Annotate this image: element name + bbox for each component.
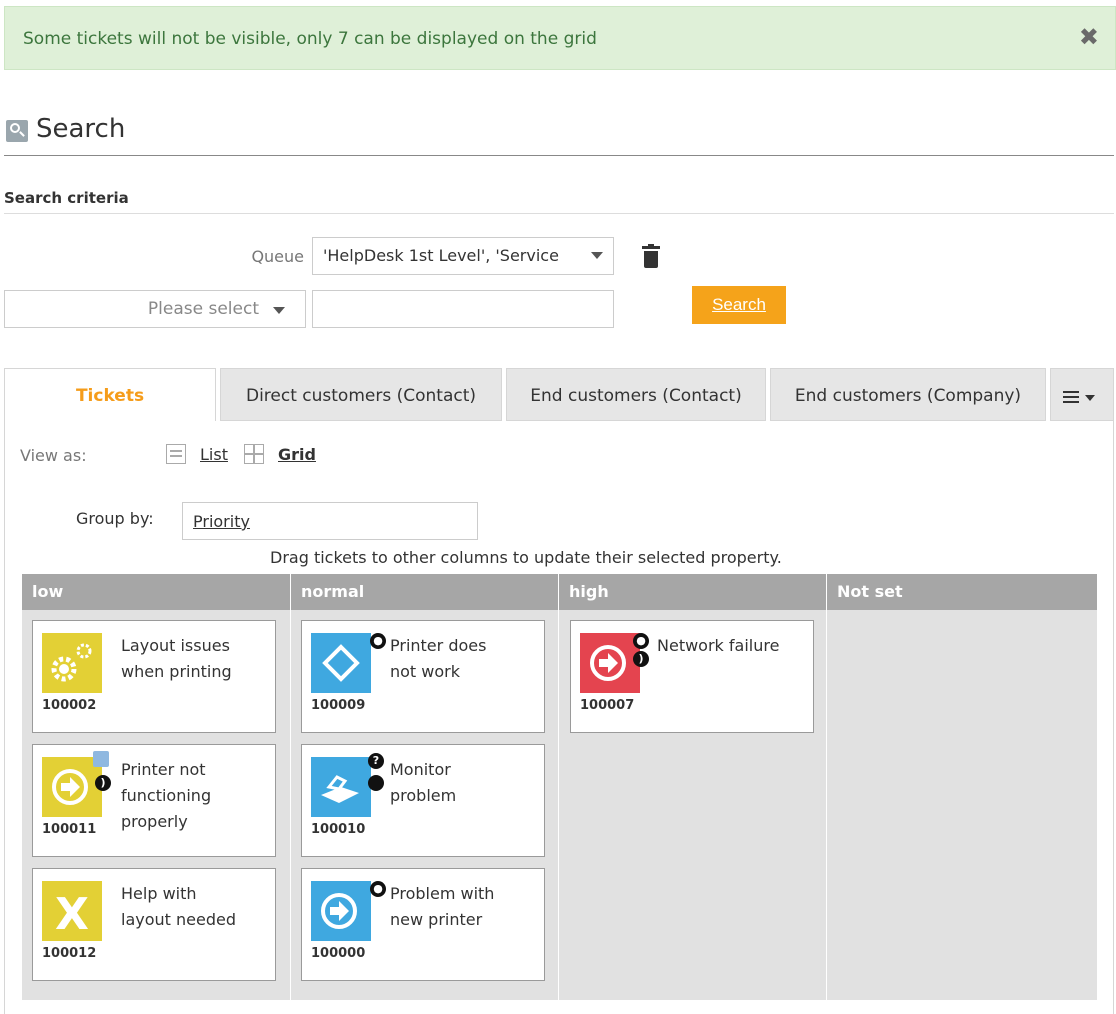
arrow-circle-icon xyxy=(580,633,640,693)
view-as-label: View as: xyxy=(20,446,87,465)
tab-end-customers-company[interactable]: End customers (Company) xyxy=(770,368,1046,421)
chevron-down-icon xyxy=(591,252,603,259)
ticket-title-line: layout needed xyxy=(121,910,236,929)
ticket-title-line: Monitor xyxy=(390,760,451,779)
column-header-not-set: Not set xyxy=(827,574,1097,610)
tab-tickets[interactable]: Tickets xyxy=(4,368,216,421)
globe-icon: ● xyxy=(370,633,386,649)
column-header-high: high xyxy=(559,574,826,610)
ticket-number: 100010 xyxy=(311,822,366,837)
search-icon xyxy=(6,120,28,142)
queue-label: Queue xyxy=(251,247,304,266)
tab-end-customers-contact[interactable]: End customers (Contact) xyxy=(506,368,766,421)
ticket-title-line: Layout issues xyxy=(121,636,230,655)
search-header: Search xyxy=(4,112,1114,156)
ticket-title-line: when printing xyxy=(121,662,232,681)
ticket-title: Printer does not work xyxy=(390,633,540,685)
ticket-number: 100000 xyxy=(311,946,366,961)
list-view-link[interactable]: List xyxy=(200,445,228,464)
queue-select[interactable]: 'HelpDesk 1st Level', 'Service xyxy=(312,237,614,275)
ticket-card-100000[interactable]: ● 100000 Problem with new printer xyxy=(301,868,545,981)
search-criteria-section: Search criteria xyxy=(4,188,1114,214)
group-by-field[interactable]: Priority xyxy=(182,502,478,540)
close-icon[interactable]: ✖ xyxy=(1079,23,1099,51)
status-dot-icon xyxy=(368,775,384,791)
ticket-title: Layout issues when printing xyxy=(121,633,271,685)
ticket-card-100011[interactable]: ) 100011 Printer not functioning properl… xyxy=(32,744,276,857)
document-icon xyxy=(93,751,109,767)
property-value-input[interactable] xyxy=(312,290,614,328)
menu-icon xyxy=(1063,391,1079,403)
column-header-normal: normal xyxy=(291,574,558,610)
column-header-low: low xyxy=(22,574,290,610)
ticket-title-line: functioning xyxy=(121,786,212,805)
ticket-card-100012[interactable]: X 100012 Help with layout needed xyxy=(32,868,276,981)
arrow-circle-icon xyxy=(311,881,371,941)
grid-icon[interactable] xyxy=(244,444,264,464)
ticket-title-line: Help with xyxy=(121,884,197,903)
x-icon: X xyxy=(42,881,102,941)
drag-hint: Drag tickets to other columns to update … xyxy=(270,548,782,567)
banner-message: Some tickets will not be visible, only 7… xyxy=(23,29,597,49)
ticket-title-line: new printer xyxy=(390,910,483,929)
ticket-title: Printer not functioning properly xyxy=(121,757,271,835)
svg-text:X: X xyxy=(55,889,89,940)
ticket-number: 100002 xyxy=(42,698,97,713)
globe-icon: ● xyxy=(370,881,386,897)
sound-icon: ) xyxy=(633,651,649,667)
ticket-title-line: properly xyxy=(121,812,188,831)
tab-menu-button[interactable] xyxy=(1050,368,1114,421)
ticket-title: Monitor problem xyxy=(390,757,540,809)
ticket-card-100002[interactable]: 100002 Layout issues when printing xyxy=(32,620,276,733)
ticket-card-100007[interactable]: ● ) 100007 Network failure xyxy=(570,620,814,733)
search-criteria-label: Search criteria xyxy=(4,189,129,207)
ticket-title-line: Problem with xyxy=(390,884,495,903)
ticket-card-100009[interactable]: ● 100009 Printer does not work xyxy=(301,620,545,733)
search-button[interactable]: Search xyxy=(692,286,786,324)
globe-icon: ● xyxy=(633,633,649,649)
tab-direct-customers-contact[interactable]: Direct customers (Contact) xyxy=(220,368,502,421)
sound-icon: ) xyxy=(95,775,111,791)
ticket-title-line: Network failure xyxy=(657,636,780,655)
ticket-title-line: Printer not xyxy=(121,760,206,779)
ticket-title-line: not work xyxy=(390,662,461,681)
tab-bar: Tickets Direct customers (Contact) End c… xyxy=(4,368,1114,421)
list-icon[interactable] xyxy=(166,444,186,464)
notification-banner: Some tickets will not be visible, only 7… xyxy=(4,6,1116,70)
phone-icon xyxy=(311,757,371,817)
group-by-label: Group by: xyxy=(76,509,154,528)
ticket-number: 100012 xyxy=(42,946,97,961)
ticket-number: 100009 xyxy=(311,698,366,713)
question-icon: ? xyxy=(368,753,384,769)
property-select-placeholder: Please select xyxy=(147,299,259,319)
property-select[interactable]: Please select xyxy=(4,290,306,328)
gear-icon xyxy=(42,633,102,693)
column-not-set: Not set xyxy=(827,574,1098,1000)
chevron-down-icon xyxy=(273,307,285,314)
ticket-title-line: Printer does xyxy=(390,636,487,655)
chevron-down-icon xyxy=(1085,395,1095,401)
queue-select-value: 'HelpDesk 1st Level', 'Service xyxy=(323,246,559,265)
ticket-board: low normal high Not set 100002 Layout is… xyxy=(22,574,1098,1000)
ticket-number: 100011 xyxy=(42,822,97,837)
ticket-number: 100007 xyxy=(580,698,635,713)
grid-view-link[interactable]: Grid xyxy=(278,445,316,464)
page-title: Search xyxy=(36,114,126,144)
diamond-icon xyxy=(311,633,371,693)
ticket-title: Problem with new printer xyxy=(390,881,540,933)
ticket-title: Network failure xyxy=(657,633,807,659)
ticket-card-100010[interactable]: ? 100010 Monitor problem xyxy=(301,744,545,857)
ticket-title-line: problem xyxy=(390,786,457,805)
ticket-title: Help with layout needed xyxy=(121,881,271,933)
trash-icon[interactable] xyxy=(642,244,660,268)
